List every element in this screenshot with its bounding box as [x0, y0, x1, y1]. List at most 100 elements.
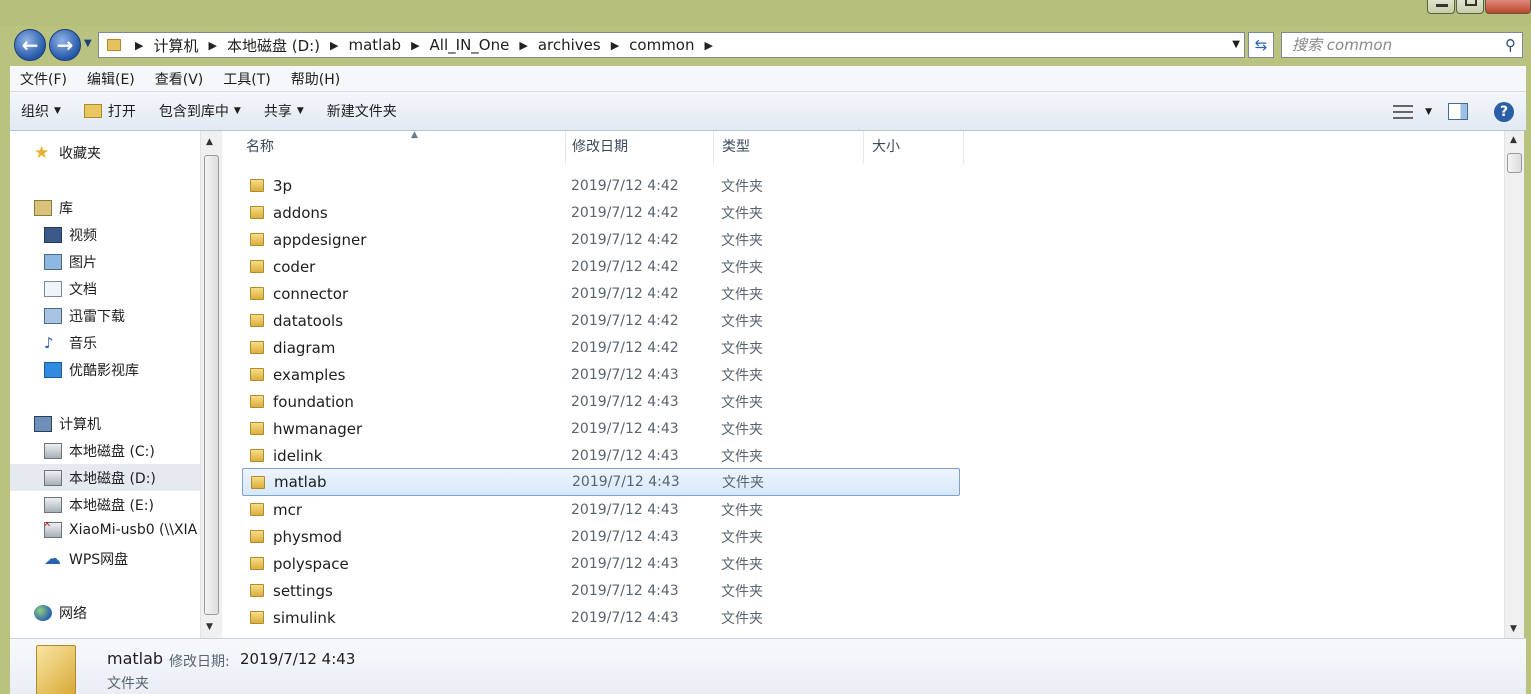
file-type: 文件夹: [721, 205, 763, 222]
nav-libraries[interactable]: 库: [34, 198, 73, 218]
address-dropdown-icon[interactable]: ▼: [1232, 39, 1240, 50]
include-in-library-button[interactable]: 包含到库中 ▼: [159, 101, 241, 121]
organize-button[interactable]: 组织 ▼: [21, 101, 61, 121]
nav-item-drive-c[interactable]: 本地磁盘 (C:): [44, 441, 155, 461]
help-icon[interactable]: ?: [1494, 101, 1514, 122]
chevron-right-icon[interactable]: ▶: [330, 39, 338, 52]
nav-item-youku[interactable]: 优酷影视库: [44, 360, 139, 380]
nav-item-drive-e[interactable]: 本地磁盘 (E:): [44, 495, 154, 515]
scrollbar-thumb[interactable]: [204, 155, 219, 615]
history-dropdown-icon[interactable]: ▼: [84, 38, 92, 49]
scrollbar-thumb[interactable]: [1507, 153, 1522, 173]
new-folder-button[interactable]: 新建文件夹: [327, 101, 397, 121]
chevron-right-icon[interactable]: ▶: [705, 39, 713, 52]
open-label: 打开: [107, 104, 136, 120]
file-row[interactable]: connector 2019/7/12 4:42 文件夹: [242, 280, 960, 307]
file-list-scrollbar[interactable]: ▲ ▼: [1504, 131, 1524, 638]
forward-button[interactable]: →: [49, 29, 81, 61]
nav-item-videos[interactable]: 视频: [44, 225, 97, 245]
menu-help[interactable]: 帮助(H): [291, 69, 340, 89]
breadcrumb-matlab[interactable]: matlab: [349, 36, 402, 54]
column-header-name[interactable]: 名称 ▲: [238, 131, 566, 164]
breadcrumb-common[interactable]: common: [629, 36, 694, 54]
minimize-button[interactable]: [1427, 0, 1455, 14]
chevron-right-icon[interactable]: ▶: [411, 39, 419, 52]
maximize-icon: [1465, 0, 1477, 6]
chevron-right-icon[interactable]: ▶: [519, 39, 527, 52]
breadcrumb-drive-d[interactable]: 本地磁盘 (D:): [227, 35, 320, 56]
file-row[interactable]: settings 2019/7/12 4:43 文件夹: [242, 577, 960, 604]
scroll-down-icon[interactable]: ▼: [206, 622, 213, 632]
file-name: coder: [273, 257, 316, 276]
file-row-partial[interactable]: [242, 631, 960, 638]
close-button[interactable]: [1485, 0, 1531, 14]
search-icon[interactable]: ⚲: [1505, 33, 1516, 57]
drive-icon: [44, 497, 62, 513]
nav-item-wps-cloud[interactable]: ☁ WPS网盘: [44, 549, 128, 569]
open-button[interactable]: 打开: [83, 101, 136, 121]
file-row[interactable]: polyspace 2019/7/12 4:43 文件夹: [242, 550, 960, 577]
file-row[interactable]: coder 2019/7/12 4:42 文件夹: [242, 253, 960, 280]
cloud-icon: ☁: [44, 549, 61, 569]
file-row[interactable]: diagram 2019/7/12 4:42 文件夹: [242, 334, 960, 361]
column-header-type[interactable]: 类型: [714, 131, 864, 164]
nav-favorites[interactable]: ★ 收藏夹: [34, 143, 101, 163]
nav-item-drive-d[interactable]: 本地磁盘 (D:): [10, 464, 200, 491]
file-row[interactable]: 3p 2019/7/12 4:42 文件夹: [242, 172, 960, 199]
file-row[interactable]: mcr 2019/7/12 4:43 文件夹: [242, 496, 960, 523]
breadcrumb-computer[interactable]: 计算机: [153, 35, 198, 56]
folder-icon: [251, 475, 265, 489]
nav-item-music[interactable]: ♪ 音乐: [44, 333, 97, 353]
refresh-button[interactable]: ⇆: [1248, 32, 1274, 58]
file-row[interactable]: hwmanager 2019/7/12 4:43 文件夹: [242, 415, 960, 442]
chevron-right-icon[interactable]: ▶: [208, 39, 216, 52]
file-row[interactable]: idelink 2019/7/12 4:43 文件夹: [242, 442, 960, 469]
menu-file[interactable]: 文件(F): [20, 69, 67, 89]
nav-item-pictures[interactable]: 图片: [44, 252, 97, 272]
file-row[interactable]: addons 2019/7/12 4:42 文件夹: [242, 199, 960, 226]
nav-scrollbar[interactable]: ▲ ▼: [200, 131, 222, 638]
scroll-down-icon[interactable]: ▼: [1510, 624, 1517, 634]
folder-icon: [250, 206, 264, 219]
chevron-down-icon[interactable]: ▼: [1425, 107, 1432, 117]
nav-network[interactable]: 网络: [34, 603, 87, 623]
file-row[interactable]: datatools 2019/7/12 4:42 文件夹: [242, 307, 960, 334]
file-date: 2019/7/12 4:43: [571, 447, 679, 464]
nav-item-documents[interactable]: 文档: [44, 279, 97, 299]
file-list-pane: 名称 ▲ 修改日期 类型 大小 3p 2019/7/12 4:42 文件夹 addo…: [222, 131, 1504, 638]
share-button[interactable]: 共享 ▼: [264, 101, 304, 121]
chevron-right-icon[interactable]: ▶: [611, 39, 619, 52]
file-name: connector: [273, 284, 349, 303]
file-row-selected[interactable]: matlab 2019/7/12 4:43 文件夹: [242, 468, 960, 496]
scroll-up-icon[interactable]: ▲: [1510, 135, 1517, 145]
file-row[interactable]: simulink 2019/7/12 4:43 文件夹: [242, 604, 960, 631]
nav-item-xiaomi-usb[interactable]: XiaoMi-usb0 (\\XIA: [44, 522, 200, 538]
file-date: 2019/7/12 4:43: [572, 474, 680, 490]
view-options-icon[interactable]: [1393, 104, 1414, 119]
column-header-size[interactable]: 大小: [864, 131, 964, 164]
address-bar[interactable]: ▶ 计算机 ▶ 本地磁盘 (D:) ▶ matlab ▶ All_IN_One …: [98, 32, 1245, 58]
search-input[interactable]: 搜索 common ⚲: [1281, 32, 1523, 58]
forward-arrow-icon: →: [56, 33, 74, 57]
scroll-up-icon[interactable]: ▲: [206, 137, 213, 147]
file-row[interactable]: examples 2019/7/12 4:43 文件夹: [242, 361, 960, 388]
menu-edit[interactable]: 编辑(E): [87, 69, 135, 89]
nav-item-thunder-downloads[interactable]: 迅雷下载: [44, 306, 125, 326]
column-header-date[interactable]: 修改日期: [564, 131, 714, 164]
nav-item-label: 迅雷下载: [69, 309, 125, 325]
chevron-right-icon[interactable]: ▶: [135, 39, 143, 52]
menu-view[interactable]: 查看(V): [155, 69, 204, 89]
preview-pane-icon[interactable]: [1448, 103, 1468, 120]
file-row[interactable]: physmod 2019/7/12 4:43 文件夹: [242, 523, 960, 550]
maximize-button[interactable]: [1456, 0, 1484, 14]
breadcrumb-archives[interactable]: archives: [538, 36, 601, 54]
nav-computer[interactable]: 计算机: [34, 414, 101, 434]
back-button[interactable]: ←: [14, 29, 46, 61]
menu-tools[interactable]: 工具(T): [223, 69, 270, 89]
file-row[interactable]: foundation 2019/7/12 4:43 文件夹: [242, 388, 960, 415]
file-row[interactable]: appdesigner 2019/7/12 4:42 文件夹: [242, 226, 960, 253]
nav-computer-label: 计算机: [59, 417, 101, 433]
folder-icon: [250, 341, 264, 354]
breadcrumb-all-in-one[interactable]: All_IN_One: [430, 36, 510, 54]
drive-icon: [44, 469, 62, 486]
